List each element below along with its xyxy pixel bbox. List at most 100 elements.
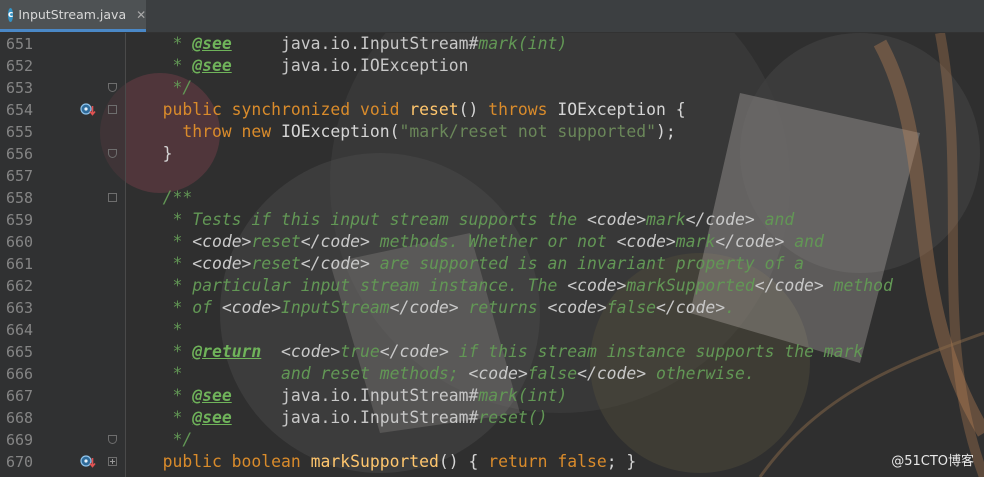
- code-token-doc: *: [133, 254, 193, 273]
- line-number: 651: [6, 35, 34, 53]
- code-token-html: <code>: [567, 276, 627, 295]
- code-token-text: );: [656, 122, 676, 141]
- code-token-tag: @see: [192, 34, 232, 53]
- code-token-ref: java.io.InputStream#: [281, 34, 479, 53]
- line-number-gutter: 651 652 653 654 655 656 657 658 659 660 …: [0, 33, 126, 477]
- code-line: * @see java.io.InputStream#mark(int): [133, 385, 567, 407]
- code-token-tag: @see: [192, 56, 232, 75]
- code-token-doc: reset(): [478, 408, 548, 427]
- line-number: 660: [6, 233, 34, 251]
- code-token-doc: [232, 56, 281, 75]
- code-token-doc: */: [133, 78, 193, 97]
- code-token-html: <code>: [281, 342, 341, 361]
- code-token-text: ; }: [606, 452, 637, 471]
- code-token-doc: if this stream instance supports the mar…: [448, 342, 864, 361]
- close-icon[interactable]: ✕: [136, 8, 146, 22]
- code-line: throw new IOException("mark/reset not su…: [133, 121, 676, 143]
- code-token-kw: return false: [488, 452, 607, 471]
- line-number: 668: [6, 409, 34, 427]
- override-method-icon[interactable]: [80, 102, 96, 118]
- code-token-html: <code>: [547, 298, 607, 317]
- code-token-text: IOException {: [557, 100, 686, 119]
- code-token-kw: throw new: [133, 122, 282, 141]
- fold-start-icon[interactable]: [108, 193, 117, 202]
- code-token-doc: returns: [458, 298, 548, 317]
- code-token-doc: *: [133, 408, 193, 427]
- code-line: /**: [133, 187, 193, 209]
- code-token-doc: InputStream: [281, 298, 390, 317]
- code-token-doc: and: [784, 232, 824, 251]
- tab-label: InputStream.java: [18, 7, 127, 22]
- fold-end-icon[interactable]: [108, 83, 117, 92]
- override-method-icon[interactable]: [80, 454, 96, 470]
- code-line: * @see java.io.InputStream#reset(): [133, 407, 548, 429]
- code-token-fn: reset: [409, 100, 459, 119]
- line-number: 663: [6, 299, 34, 317]
- code-token-doc: [261, 342, 281, 361]
- code-token-str: "mark/reset not supported": [399, 122, 657, 141]
- code-token-doc: false: [606, 298, 657, 317]
- code-token-html: <code>: [586, 210, 647, 229]
- code-token-html: </code>: [300, 232, 370, 251]
- code-token-tag: @return: [192, 342, 262, 361]
- code-token-doc: [232, 34, 281, 53]
- code-token-doc: */: [133, 430, 193, 449]
- code-token-doc: * of: [133, 298, 222, 317]
- code-token-doc: are supported is an invariant property o…: [369, 254, 805, 273]
- code-token-html: <code>: [616, 232, 676, 251]
- code-token-html: </code>: [300, 254, 370, 273]
- code-token-html: <code>: [221, 298, 282, 317]
- code-token-html: <code>: [468, 364, 528, 383]
- code-token-doc: * and reset methods;: [133, 364, 469, 383]
- code-token-kw: public boolean: [133, 452, 311, 471]
- code-token-doc: *: [133, 56, 193, 75]
- code-token-doc: mark: [675, 232, 716, 251]
- code-token-fn: markSupported: [310, 452, 439, 471]
- code-token-doc: method: [823, 276, 893, 295]
- code-token-doc: *: [133, 232, 193, 251]
- code-line: public synchronized void reset() throws …: [133, 99, 686, 121]
- code-token-tag: @see: [192, 408, 232, 427]
- code-token-doc: mark(int): [478, 386, 568, 405]
- code-token-doc: true: [340, 342, 380, 361]
- code-token-html: <code>: [192, 232, 252, 251]
- code-token-ref: java.io.IOException: [281, 56, 469, 75]
- code-token-doc: *: [133, 342, 193, 361]
- line-number: 656: [6, 145, 34, 163]
- line-number: 665: [6, 343, 34, 361]
- line-number: 652: [6, 57, 34, 75]
- code-token-doc: [232, 408, 281, 427]
- tab-inputstream-java[interactable]: c InputStream.java ✕: [0, 0, 146, 32]
- fold-expand-icon[interactable]: [108, 457, 117, 466]
- code-token-ref: java.io.InputStream#: [281, 408, 479, 427]
- fold-end-icon[interactable]: [108, 149, 117, 158]
- code-line: * of <code>InputStream</code> returns <c…: [133, 297, 735, 319]
- code-line: }: [133, 143, 173, 165]
- fold-end-icon[interactable]: [108, 435, 117, 444]
- watermark-label: @51CTO博客: [891, 454, 974, 469]
- code-token-doc: and: [754, 210, 795, 229]
- line-number: 653: [6, 79, 34, 97]
- code-token-doc: otherwise.: [646, 364, 755, 383]
- line-number: 669: [6, 431, 34, 449]
- code-line: *: [133, 319, 182, 341]
- java-class-icon: c: [8, 7, 14, 22]
- code-token-doc: false: [527, 364, 578, 383]
- line-number: 661: [6, 255, 34, 273]
- fold-start-icon[interactable]: [108, 105, 117, 114]
- code-token-doc: reset: [251, 254, 301, 273]
- line-number: 666: [6, 365, 34, 383]
- line-number: 658: [6, 189, 34, 207]
- code-token-text: () {: [438, 452, 489, 471]
- line-number: 657: [6, 167, 34, 185]
- code-token-html: </code>: [754, 276, 824, 295]
- code-token-doc: markSupported: [626, 276, 755, 295]
- code-token-doc: *: [133, 386, 193, 405]
- code-token-doc: *: [133, 320, 183, 339]
- line-number: 670: [6, 453, 34, 471]
- code-token-html: </code>: [656, 298, 726, 317]
- code-token-doc: /**: [133, 188, 193, 207]
- line-number: 664: [6, 321, 34, 339]
- code-token-doc: mark: [646, 210, 686, 229]
- line-number: 654: [6, 101, 34, 119]
